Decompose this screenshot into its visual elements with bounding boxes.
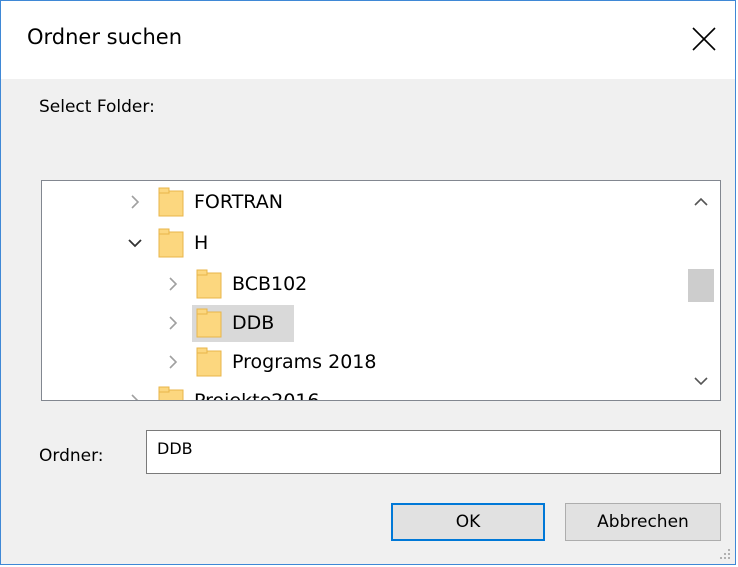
- folder-icon: [196, 347, 222, 377]
- chevron-down-icon[interactable]: [124, 232, 146, 254]
- chevron-down-icon: [694, 377, 708, 386]
- chevron-right-icon[interactable]: [162, 351, 184, 373]
- scroll-thumb[interactable]: [688, 269, 714, 302]
- tree-item-bcb102[interactable]: BCB102: [162, 266, 307, 302]
- tree-item-h[interactable]: H: [124, 225, 208, 261]
- ok-button[interactable]: OK: [391, 503, 545, 541]
- tree-item-label: FORTRAN: [194, 191, 283, 213]
- tree-item-label: H: [194, 232, 209, 254]
- chevron-up-icon: [694, 197, 708, 206]
- tree-item-ddb[interactable]: DDB: [162, 305, 294, 342]
- tree-item-label: Programs 2018: [232, 351, 377, 373]
- tree-item-label: Projekte2016: [194, 390, 320, 400]
- tree-item-label: BCB102: [232, 273, 308, 295]
- folder-icon: [196, 308, 222, 338]
- folder-tree-viewport: FORTRAN H BCB102 DDB Programs 2018: [42, 181, 682, 400]
- close-button[interactable]: [673, 1, 735, 79]
- folder-icon: [196, 269, 222, 299]
- close-icon: [692, 27, 716, 51]
- folder-path-input[interactable]: [146, 430, 721, 474]
- vertical-scrollbar[interactable]: [682, 181, 720, 400]
- folder-icon: [158, 228, 184, 258]
- folder-icon: [158, 187, 184, 217]
- scroll-down-button[interactable]: [682, 364, 720, 398]
- chevron-right-icon[interactable]: [124, 390, 146, 400]
- cancel-button[interactable]: Abbrechen: [565, 503, 721, 541]
- title-bar[interactable]: Ordner suchen: [1, 1, 735, 79]
- chevron-right-icon[interactable]: [162, 273, 184, 295]
- chevron-right-icon[interactable]: [162, 312, 184, 334]
- chevron-right-icon[interactable]: [124, 191, 146, 213]
- tree-item-fortran[interactable]: FORTRAN: [124, 184, 283, 220]
- folder-icon: [158, 386, 184, 400]
- folder-browser-dialog: Ordner suchen Select Folder: FORTRAN H B…: [0, 0, 736, 565]
- resize-grip-icon[interactable]: [719, 548, 731, 560]
- select-folder-label: Select Folder:: [39, 97, 155, 117]
- scroll-up-button[interactable]: [682, 185, 720, 219]
- tree-item-projekte2016[interactable]: Projekte2016: [124, 383, 320, 400]
- tree-item-label: DDB: [232, 312, 275, 334]
- folder-field-label: Ordner:: [39, 446, 104, 466]
- window-title: Ordner suchen: [27, 25, 182, 49]
- folder-tree[interactable]: FORTRAN H BCB102 DDB Programs 2018: [41, 180, 721, 401]
- tree-item-programs-2018[interactable]: Programs 2018: [162, 344, 376, 380]
